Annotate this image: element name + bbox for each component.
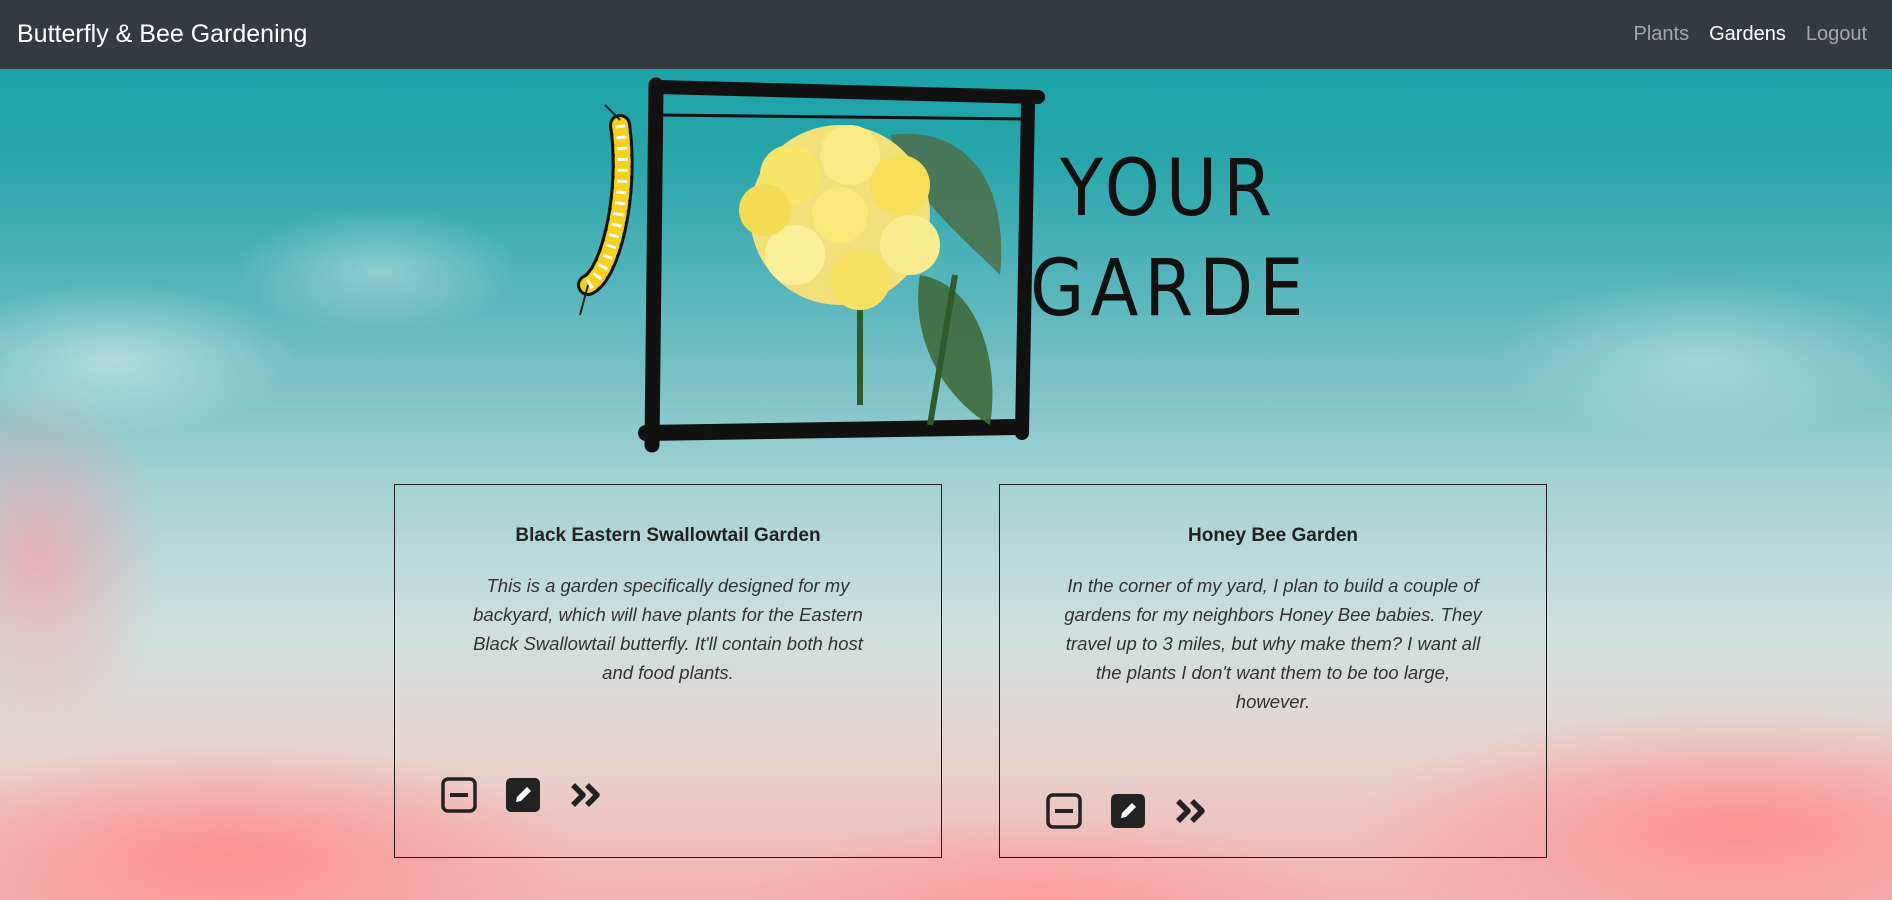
view-garden-button[interactable] [569, 777, 605, 813]
pencil-square-icon [506, 778, 540, 812]
garden-actions [1046, 793, 1210, 829]
minus-square-icon [1046, 793, 1082, 829]
garden-card: Black Eastern Swallowtail Garden This is… [394, 484, 942, 858]
nav-link-plants[interactable]: Plants [1634, 23, 1690, 46]
delete-garden-button[interactable] [1046, 793, 1082, 829]
garden-card: Honey Bee Garden In the corner of my yar… [999, 484, 1547, 858]
pencil-square-icon [1111, 794, 1145, 828]
hero-heading-line2: GARDENS [1030, 244, 1310, 334]
garden-actions [441, 777, 605, 813]
delete-garden-button[interactable] [441, 777, 477, 813]
angle-double-right-icon [1176, 799, 1205, 823]
edit-garden-button[interactable] [1110, 793, 1146, 829]
garden-title: Black Eastern Swallowtail Garden [515, 525, 821, 546]
brand-link[interactable]: Butterfly & Bee Gardening [17, 20, 307, 49]
garden-description: This is a garden specifically designed f… [473, 575, 863, 683]
hero-heading-line1: YOUR [1059, 144, 1278, 234]
view-garden-button[interactable] [1174, 793, 1210, 829]
edit-garden-button[interactable] [505, 777, 541, 813]
hero-banner: YOUR GARDENS [560, 75, 1413, 460]
nav-link-gardens[interactable]: Gardens [1709, 23, 1786, 46]
angle-double-right-icon [571, 783, 600, 807]
hero-graphic: YOUR GARDENS [577, 77, 1413, 453]
garden-description: In the corner of my yard, I plan to buil… [1064, 575, 1482, 712]
nav-link-logout[interactable]: Logout [1806, 23, 1867, 46]
minus-square-icon [441, 777, 477, 813]
garden-title: Honey Bee Garden [1188, 525, 1358, 546]
caterpillar-icon [577, 104, 634, 316]
nav-links: Plants Gardens Logout [1634, 23, 1867, 46]
top-navbar: Butterfly & Bee Gardening Plants Gardens… [0, 0, 1892, 69]
